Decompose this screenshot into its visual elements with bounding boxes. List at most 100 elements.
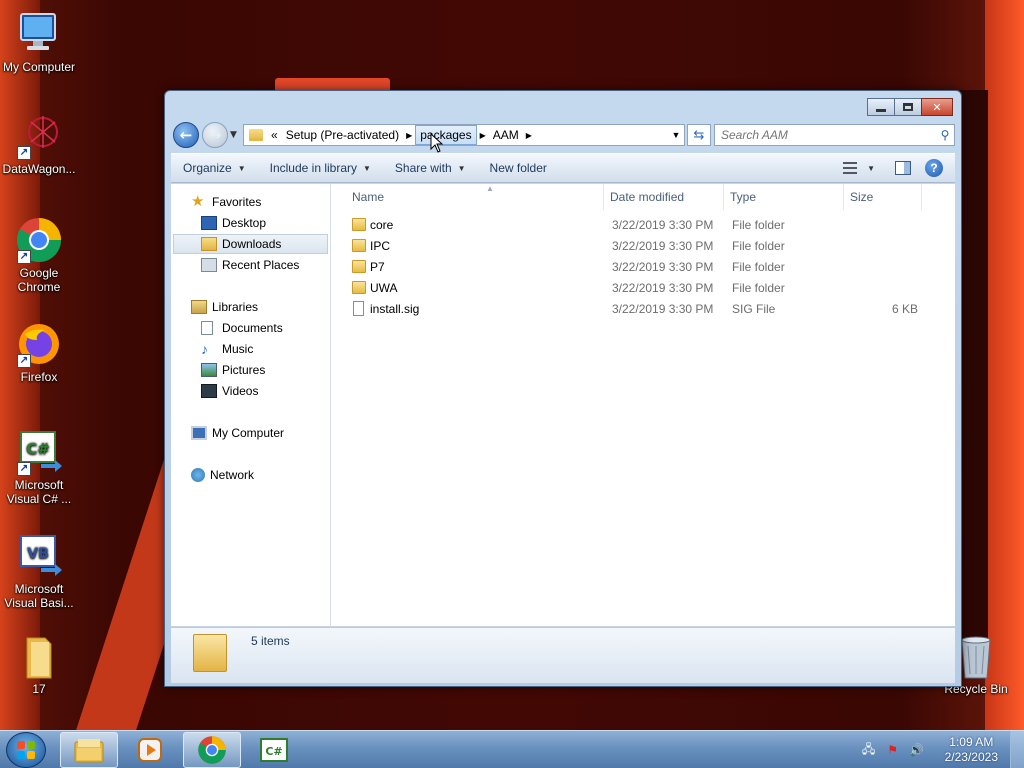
file-row-ipc[interactable]: IPC 3/22/2019 3:30 PM File folder bbox=[346, 236, 946, 256]
desktop-icon-label: Firefox bbox=[20, 370, 58, 384]
nav-documents[interactable]: Documents bbox=[201, 318, 283, 338]
nav-downloads[interactable]: Downloads bbox=[173, 234, 328, 254]
preview-pane-icon[interactable] bbox=[895, 161, 911, 175]
search-box[interactable]: ⚲ bbox=[714, 124, 955, 146]
action-center-flag-icon[interactable]: ⚑ bbox=[885, 742, 901, 758]
taskbar-visual-csharp[interactable]: C# bbox=[245, 732, 303, 768]
forward-button[interactable]: → bbox=[202, 122, 228, 148]
nav-network[interactable]: Network bbox=[191, 465, 254, 485]
navigation-pane[interactable]: ★ Favorites Desktop Downloads Recent Pla… bbox=[171, 184, 331, 627]
file-type: File folder bbox=[732, 218, 785, 232]
file-type: File folder bbox=[732, 281, 785, 295]
shortcut-arrow-icon: ↗ bbox=[17, 354, 31, 368]
svg-text:C#: C# bbox=[265, 745, 282, 758]
file-row-core[interactable]: core 3/22/2019 3:30 PM File folder bbox=[346, 215, 946, 235]
address-bar[interactable]: « Setup (Pre-activated) ▶ packages ▶ AAM… bbox=[243, 124, 685, 146]
desktop-icon-label: 17 bbox=[32, 682, 46, 696]
help-icon[interactable]: ? bbox=[925, 159, 943, 177]
maximize-button[interactable] bbox=[894, 98, 922, 116]
share-with-button[interactable]: Share with ▼ bbox=[383, 161, 478, 175]
chevron-right-icon[interactable]: ▶ bbox=[403, 131, 415, 140]
breadcrumb-packages[interactable]: packages bbox=[415, 125, 477, 145]
folder-icon bbox=[15, 632, 63, 680]
clock[interactable]: 1:09 AM 2/23/2023 bbox=[945, 735, 998, 765]
network-status-icon[interactable]: 🖧 bbox=[861, 742, 877, 758]
file-date: 3/22/2019 3:30 PM bbox=[612, 281, 714, 295]
new-folder-button[interactable]: New folder bbox=[478, 161, 559, 175]
column-header-date-modified[interactable]: Date modified bbox=[604, 184, 724, 210]
desktop-icon-visual-basic[interactable]: VB Microsoft Visual Basi... bbox=[0, 532, 79, 610]
taskbar-explorer[interactable] bbox=[60, 732, 118, 768]
desktop-icon-my-computer[interactable]: My Computer bbox=[0, 10, 79, 74]
nav-desktop[interactable]: Desktop bbox=[201, 213, 266, 233]
taskbar-media-player[interactable] bbox=[121, 732, 179, 768]
nav-videos[interactable]: Videos bbox=[201, 381, 258, 401]
arrow-right-icon: → bbox=[208, 126, 222, 144]
file-date: 3/22/2019 3:30 PM bbox=[612, 260, 714, 274]
nav-music[interactable]: ♪ Music bbox=[201, 339, 253, 359]
chrome-icon: ↗ bbox=[15, 216, 63, 264]
breadcrumb-setup[interactable]: Setup (Pre-activated) bbox=[282, 125, 403, 145]
clock-time: 1:09 AM bbox=[949, 735, 994, 749]
taskbar-chrome[interactable] bbox=[183, 732, 241, 768]
show-desktop-button[interactable] bbox=[1010, 731, 1024, 768]
desktop-icon-label: My Computer bbox=[2, 60, 76, 74]
music-icon: ♪ bbox=[201, 341, 208, 357]
search-icon[interactable]: ⚲ bbox=[936, 128, 954, 142]
file-name: P7 bbox=[370, 260, 385, 274]
media-player-icon bbox=[138, 738, 162, 762]
chevron-down-icon: ▼ bbox=[457, 163, 466, 173]
search-input[interactable] bbox=[715, 126, 936, 144]
chevron-right-icon[interactable]: ▶ bbox=[523, 131, 535, 140]
file-row-install-sig[interactable]: install.sig 3/22/2019 3:30 PM SIG File 6… bbox=[346, 299, 946, 319]
computer-icon bbox=[191, 426, 207, 440]
address-dropdown[interactable]: ▼ bbox=[668, 125, 684, 145]
column-label: Date modified bbox=[610, 190, 685, 204]
nav-libraries[interactable]: Libraries bbox=[191, 297, 258, 317]
close-button[interactable]: ✕ bbox=[921, 98, 953, 116]
nav-label: Documents bbox=[222, 321, 283, 335]
item-count: 5 items bbox=[251, 634, 290, 648]
start-button[interactable] bbox=[6, 732, 46, 768]
svg-text:C#: C# bbox=[26, 440, 50, 458]
nav-pictures[interactable]: Pictures bbox=[201, 360, 265, 380]
minimize-button[interactable] bbox=[867, 98, 895, 116]
desktop-icon-google-chrome[interactable]: ↗ Google Chrome bbox=[0, 216, 79, 294]
nav-label: Music bbox=[222, 342, 254, 356]
organize-button[interactable]: Organize ▼ bbox=[171, 161, 258, 175]
desktop-icon bbox=[201, 216, 217, 230]
explorer-window[interactable]: ✕ ← → ▼ « Setup (Pre-activated) ▶ packag… bbox=[164, 90, 962, 687]
desktop-icon-datawagon[interactable]: ↗ DataWagon... bbox=[0, 112, 79, 176]
include-in-library-button[interactable]: Include in library ▼ bbox=[258, 161, 383, 175]
sort-arrow-icon: ▲ bbox=[486, 184, 494, 193]
back-button[interactable]: ← bbox=[173, 122, 199, 148]
volume-icon[interactable]: 🔊 bbox=[909, 742, 925, 758]
chevron-down-icon[interactable]: ▼ bbox=[867, 164, 875, 173]
desktop-icon-firefox[interactable]: ↗ Firefox bbox=[0, 320, 79, 384]
file-row-p7[interactable]: P7 3/22/2019 3:30 PM File folder bbox=[346, 257, 946, 277]
nav-my-computer[interactable]: My Computer bbox=[191, 423, 284, 443]
breadcrumb-aam[interactable]: AAM bbox=[489, 125, 523, 145]
refresh-button[interactable]: ⇆ bbox=[687, 124, 711, 146]
column-header-name[interactable]: Name ▲ bbox=[346, 184, 604, 210]
visual-csharp-icon: C# bbox=[260, 738, 288, 762]
svg-text:VB: VB bbox=[27, 546, 49, 562]
column-header-size[interactable]: Size bbox=[844, 184, 922, 210]
nav-recent-places[interactable]: Recent Places bbox=[201, 255, 299, 275]
clock-date: 2/23/2023 bbox=[944, 750, 998, 764]
file-list[interactable]: Name ▲ Date modified Type Size core 3/22… bbox=[332, 184, 955, 627]
firefox-icon: ↗ bbox=[15, 320, 63, 368]
view-options-icon[interactable] bbox=[843, 162, 858, 174]
column-header-type[interactable]: Type bbox=[724, 184, 844, 210]
visual-basic-icon: VB bbox=[15, 532, 63, 580]
chevron-right-icon[interactable]: ▶ bbox=[477, 131, 489, 140]
taskbar: C# 🖧 ⚑ 🔊 1:09 AM 2/23/2023 bbox=[0, 730, 1024, 768]
desktop-icon-label: Microsoft Visual Basi... bbox=[4, 582, 74, 610]
star-icon: ★ bbox=[191, 193, 205, 210]
nav-favorites[interactable]: ★ Favorites bbox=[191, 192, 261, 212]
breadcrumb-overflow[interactable]: « bbox=[267, 125, 282, 145]
recent-pages-dropdown[interactable]: ▼ bbox=[230, 130, 237, 140]
file-row-uwa[interactable]: UWA 3/22/2019 3:30 PM File folder bbox=[346, 278, 946, 298]
desktop-icon-folder-17[interactable]: 17 bbox=[0, 632, 79, 696]
desktop-icon-visual-csharp[interactable]: C# ↗ Microsoft Visual C# ... bbox=[0, 428, 79, 506]
